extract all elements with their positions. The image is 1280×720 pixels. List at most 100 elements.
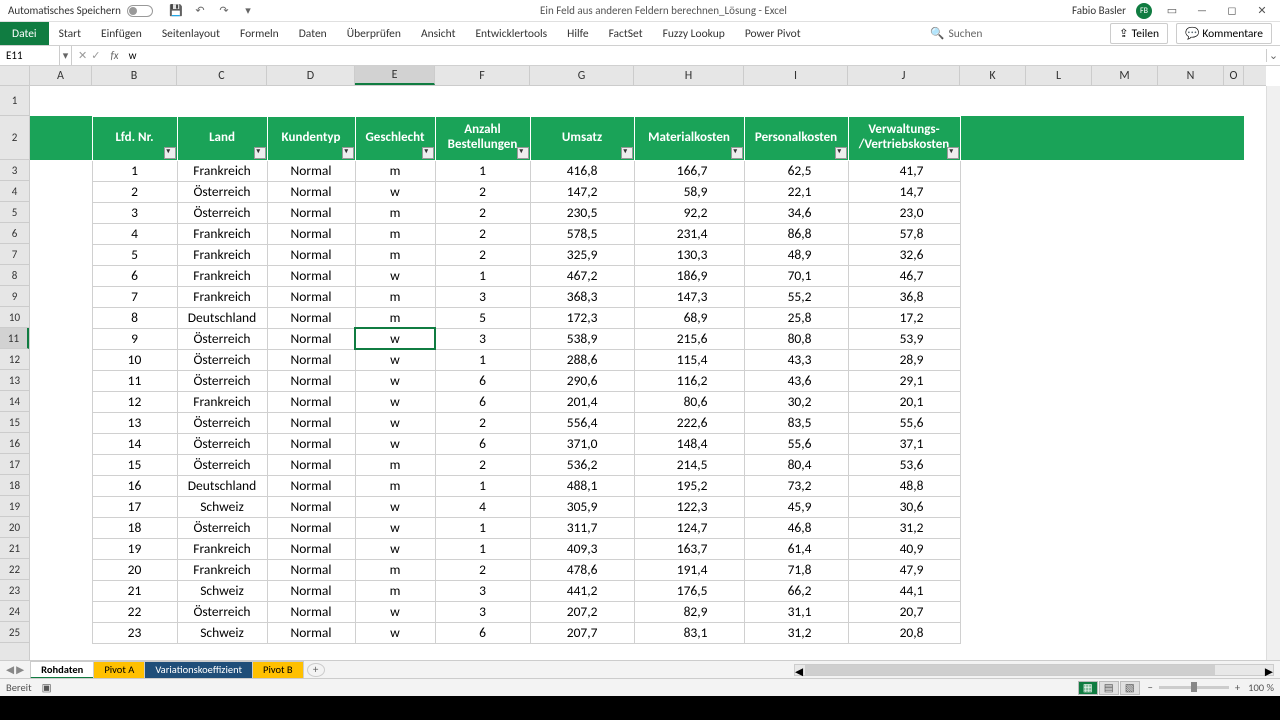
- table-cell[interactable]: 22: [92, 601, 177, 622]
- row-header-8[interactable]: 8: [0, 265, 29, 286]
- table-cell[interactable]: Normal: [267, 223, 355, 244]
- table-cell[interactable]: Normal: [267, 622, 355, 643]
- table-cell[interactable]: 6: [435, 391, 530, 412]
- table-cell[interactable]: 36,8: [848, 286, 960, 307]
- table-cell[interactable]: 43,3: [744, 349, 848, 370]
- filter-dropdown-icon[interactable]: [517, 147, 529, 159]
- table-cell[interactable]: m: [355, 580, 435, 601]
- table-cell[interactable]: 10: [92, 349, 177, 370]
- table-cell[interactable]: 20: [92, 559, 177, 580]
- table-header[interactable]: Lfd. Nr.: [92, 116, 177, 160]
- view-page-break-icon[interactable]: ▧: [1120, 681, 1140, 695]
- table-cell[interactable]: 80,4: [744, 454, 848, 475]
- table-cell[interactable]: 80,6: [634, 391, 744, 412]
- formula-expand-icon[interactable]: ⌄: [1266, 49, 1280, 62]
- table-cell[interactable]: Normal: [267, 160, 355, 181]
- row-header-10[interactable]: 10: [0, 307, 29, 328]
- table-cell[interactable]: Normal: [267, 580, 355, 601]
- table-cell[interactable]: 311,7: [530, 517, 634, 538]
- row-header-11[interactable]: 11: [0, 328, 29, 349]
- table-header[interactable]: AnzahlBestellungen: [435, 116, 530, 160]
- table-cell[interactable]: 73,2: [744, 475, 848, 496]
- table-cell[interactable]: 148,4: [634, 433, 744, 454]
- table-cell[interactable]: 5: [92, 244, 177, 265]
- row-header-16[interactable]: 16: [0, 433, 29, 454]
- table-cell[interactable]: Frankreich: [177, 538, 267, 559]
- table-cell[interactable]: 556,4: [530, 412, 634, 433]
- table-cell[interactable]: Normal: [267, 454, 355, 475]
- table-cell[interactable]: 488,1: [530, 475, 634, 496]
- autosave-toggle[interactable]: Automatisches Speichern: [0, 4, 161, 17]
- horizontal-scrollbar[interactable]: ◀ ▶: [794, 664, 1274, 676]
- table-cell[interactable]: m: [355, 475, 435, 496]
- table-cell[interactable]: 2: [435, 202, 530, 223]
- table-cell[interactable]: w: [355, 622, 435, 643]
- table-cell[interactable]: 2: [435, 223, 530, 244]
- ribbon-tab-überprüfen[interactable]: Überprüfen: [337, 22, 411, 45]
- table-cell[interactable]: Normal: [267, 265, 355, 286]
- table-cell[interactable]: 6: [435, 370, 530, 391]
- table-cell[interactable]: 32,6: [848, 244, 960, 265]
- table-cell[interactable]: 172,3: [530, 307, 634, 328]
- minimize-icon[interactable]: —: [1192, 1, 1212, 21]
- table-cell[interactable]: m: [355, 244, 435, 265]
- table-cell[interactable]: 9: [92, 328, 177, 349]
- table-cell[interactable]: Schweiz: [177, 622, 267, 643]
- zoom-level[interactable]: 100 %: [1248, 681, 1274, 694]
- zoom-in-icon[interactable]: +: [1235, 681, 1240, 694]
- table-cell[interactable]: 416,8: [530, 160, 634, 181]
- file-tab[interactable]: Datei: [0, 22, 49, 45]
- table-cell[interactable]: 441,2: [530, 580, 634, 601]
- table-header[interactable]: Land: [177, 116, 267, 160]
- table-cell[interactable]: 14,7: [848, 181, 960, 202]
- table-cell[interactable]: w: [355, 328, 435, 349]
- table-cell[interactable]: Frankreich: [177, 244, 267, 265]
- save-icon[interactable]: 💾: [169, 4, 183, 18]
- table-cell[interactable]: 231,4: [634, 223, 744, 244]
- table-cell[interactable]: 82,9: [634, 601, 744, 622]
- table-cell[interactable]: Österreich: [177, 202, 267, 223]
- table-cell[interactable]: 124,7: [634, 517, 744, 538]
- row-header-4[interactable]: 4: [0, 181, 29, 202]
- table-cell[interactable]: 195,2: [634, 475, 744, 496]
- user-name[interactable]: Fabio Basler: [1072, 4, 1126, 17]
- table-cell[interactable]: Normal: [267, 391, 355, 412]
- formula-input[interactable]: w: [123, 49, 1266, 62]
- row-header-14[interactable]: 14: [0, 391, 29, 412]
- table-cell[interactable]: Normal: [267, 517, 355, 538]
- table-cell[interactable]: 3: [435, 328, 530, 349]
- table-cell[interactable]: 130,3: [634, 244, 744, 265]
- table-cell[interactable]: 1: [435, 349, 530, 370]
- share-button[interactable]: ⇪Teilen: [1110, 23, 1168, 44]
- ribbon-tab-ansicht[interactable]: Ansicht: [411, 22, 465, 45]
- table-cell[interactable]: Österreich: [177, 454, 267, 475]
- table-cell[interactable]: Deutschland: [177, 475, 267, 496]
- table-cell[interactable]: m: [355, 202, 435, 223]
- fx-icon[interactable]: fx: [106, 49, 122, 62]
- table-cell[interactable]: 86,8: [744, 223, 848, 244]
- table-cell[interactable]: Österreich: [177, 181, 267, 202]
- table-cell[interactable]: 578,5: [530, 223, 634, 244]
- view-page-layout-icon[interactable]: ▤: [1099, 681, 1119, 695]
- table-cell[interactable]: 92,2: [634, 202, 744, 223]
- filter-dropdown-icon[interactable]: [835, 147, 847, 159]
- table-cell[interactable]: Normal: [267, 601, 355, 622]
- table-cell[interactable]: 71,8: [744, 559, 848, 580]
- table-cell[interactable]: w: [355, 370, 435, 391]
- sheet-tab-rohdaten[interactable]: Rohdaten: [30, 661, 94, 679]
- table-cell[interactable]: 147,2: [530, 181, 634, 202]
- table-cell[interactable]: 1: [92, 160, 177, 181]
- user-avatar[interactable]: FB: [1136, 3, 1152, 19]
- table-cell[interactable]: m: [355, 559, 435, 580]
- hscroll-right-icon[interactable]: ▶: [1265, 665, 1273, 678]
- table-cell[interactable]: Frankreich: [177, 265, 267, 286]
- table-cell[interactable]: w: [355, 496, 435, 517]
- table-cell[interactable]: w: [355, 601, 435, 622]
- ribbon-tab-daten[interactable]: Daten: [289, 22, 337, 45]
- table-cell[interactable]: Normal: [267, 475, 355, 496]
- table-cell[interactable]: 163,7: [634, 538, 744, 559]
- table-cell[interactable]: 48,9: [744, 244, 848, 265]
- table-cell[interactable]: 1: [435, 517, 530, 538]
- table-cell[interactable]: 214,5: [634, 454, 744, 475]
- name-box[interactable]: E11: [0, 46, 60, 65]
